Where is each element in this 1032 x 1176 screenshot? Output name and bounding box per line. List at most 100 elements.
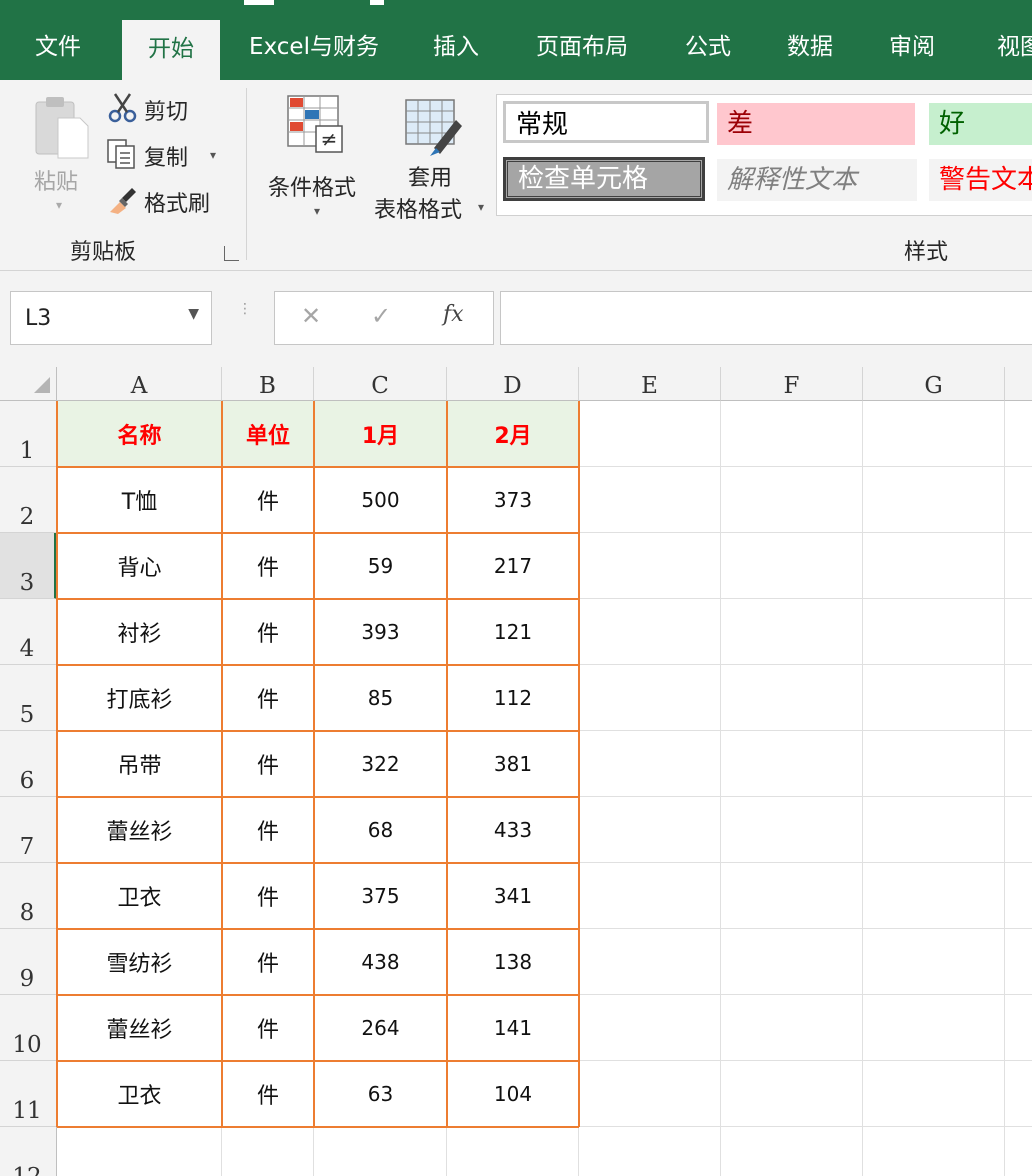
cell-c11[interactable]: 63 bbox=[314, 1061, 447, 1127]
cell-b8[interactable]: 件 bbox=[222, 863, 314, 929]
cell-b9[interactable]: 件 bbox=[222, 929, 314, 995]
cell-d3[interactable]: 217 bbox=[447, 533, 579, 599]
row-header-1[interactable]: 1 bbox=[0, 401, 57, 467]
column-header-c[interactable]: C bbox=[314, 367, 447, 401]
cell-b10[interactable]: 件 bbox=[222, 995, 314, 1061]
column-header-b[interactable]: B bbox=[222, 367, 314, 401]
cell-a7[interactable]: 蕾丝衫 bbox=[57, 797, 222, 863]
copy-button[interactable]: 复制 ▾ bbox=[106, 136, 230, 172]
insert-function-icon[interactable]: fx bbox=[443, 302, 464, 327]
worksheet-grid[interactable]: ABCDEFG 123456789101112 名称单位1月2月T恤件50037… bbox=[0, 367, 1032, 1176]
clipboard-dialog-launcher-icon[interactable] bbox=[224, 246, 239, 261]
select-all-button[interactable] bbox=[0, 367, 57, 401]
cell-a6[interactable]: 吊带 bbox=[57, 731, 222, 797]
paste-icon bbox=[35, 97, 89, 159]
name-box-dropdown-icon[interactable]: ▼ bbox=[188, 306, 199, 322]
cell-d5[interactable]: 112 bbox=[447, 665, 579, 731]
cell-b7[interactable]: 件 bbox=[222, 797, 314, 863]
cell-a10[interactable]: 蕾丝衫 bbox=[57, 995, 222, 1061]
format-painter-button[interactable]: 格式刷 bbox=[106, 182, 230, 218]
cell-a4[interactable]: 衬衫 bbox=[57, 599, 222, 665]
copy-dropdown-icon[interactable]: ▾ bbox=[210, 148, 216, 162]
column-header-g[interactable]: G bbox=[863, 367, 1005, 401]
table-border-vertical bbox=[578, 401, 580, 1127]
row-header-11[interactable]: 11 bbox=[0, 1061, 57, 1127]
row-header-6[interactable]: 6 bbox=[0, 731, 57, 797]
style-explanatory-text[interactable]: 解释性文本 bbox=[717, 159, 917, 201]
column-header-a[interactable]: A bbox=[57, 367, 222, 401]
name-box[interactable]: L3 ▼ bbox=[10, 291, 212, 345]
cell-a2[interactable]: T恤 bbox=[57, 467, 222, 533]
cell-b11[interactable]: 件 bbox=[222, 1061, 314, 1127]
cell-b2[interactable]: 件 bbox=[222, 467, 314, 533]
tab-review[interactable]: 审阅 bbox=[868, 18, 956, 80]
cell-d4[interactable]: 121 bbox=[447, 599, 579, 665]
cell-a1[interactable]: 名称 bbox=[57, 401, 222, 467]
style-normal[interactable]: 常规 bbox=[503, 101, 709, 143]
row-header-8[interactable]: 8 bbox=[0, 863, 57, 929]
row-header-5[interactable]: 5 bbox=[0, 665, 57, 731]
cancel-icon[interactable]: ✕ bbox=[301, 302, 321, 330]
style-warning-text[interactable]: 警告文本 bbox=[929, 159, 1032, 201]
tab-view[interactable]: 视图 bbox=[976, 18, 1032, 80]
tab-insert[interactable]: 插入 bbox=[412, 18, 500, 80]
cell-d8[interactable]: 341 bbox=[447, 863, 579, 929]
column-header-partial[interactable] bbox=[1005, 367, 1032, 401]
cut-button[interactable]: 剪切 bbox=[106, 90, 216, 126]
row-header-3[interactable]: 3 bbox=[0, 533, 57, 599]
cell-c1[interactable]: 1月 bbox=[314, 401, 447, 467]
column-header-e[interactable]: E bbox=[579, 367, 721, 401]
row-header-12[interactable]: 12 bbox=[0, 1127, 57, 1176]
cell-c5[interactable]: 85 bbox=[314, 665, 447, 731]
style-bad[interactable]: 差 bbox=[717, 103, 915, 145]
row-header-10[interactable]: 10 bbox=[0, 995, 57, 1061]
cell-d2[interactable]: 373 bbox=[447, 467, 579, 533]
format-as-table-button[interactable]: 套用 表格格式 ▾ bbox=[372, 90, 496, 226]
tab-home[interactable]: 开始 bbox=[122, 20, 220, 80]
row-header-9[interactable]: 9 bbox=[0, 929, 57, 995]
tab-data[interactable]: 数据 bbox=[766, 18, 854, 80]
cell-a9[interactable]: 雪纺衫 bbox=[57, 929, 222, 995]
formula-bar-grip-icon[interactable]: ⋮ bbox=[238, 302, 252, 333]
conditional-formatting-button[interactable]: ≠ 条件格式 ▾ bbox=[262, 90, 372, 220]
cell-b4[interactable]: 件 bbox=[222, 599, 314, 665]
style-check-cell[interactable]: 检查单元格 bbox=[503, 157, 705, 201]
cell-d11[interactable]: 104 bbox=[447, 1061, 579, 1127]
cell-d6[interactable]: 381 bbox=[447, 731, 579, 797]
paste-button[interactable]: 粘贴 ▾ bbox=[26, 94, 92, 214]
row-header-4[interactable]: 4 bbox=[0, 599, 57, 665]
cell-b3[interactable]: 件 bbox=[222, 533, 314, 599]
cell-d9[interactable]: 138 bbox=[447, 929, 579, 995]
cell-c2[interactable]: 500 bbox=[314, 467, 447, 533]
cell-b1[interactable]: 单位 bbox=[222, 401, 314, 467]
cell-a8[interactable]: 卫衣 bbox=[57, 863, 222, 929]
cell-d10[interactable]: 141 bbox=[447, 995, 579, 1061]
cell-c9[interactable]: 438 bbox=[314, 929, 447, 995]
cell-d1[interactable]: 2月 bbox=[447, 401, 579, 467]
tab-excel-finance[interactable]: Excel与财务 bbox=[236, 18, 392, 80]
cell-c7[interactable]: 68 bbox=[314, 797, 447, 863]
cell-c4[interactable]: 393 bbox=[314, 599, 447, 665]
style-good-label: 好 bbox=[939, 109, 966, 139]
row-header-7[interactable]: 7 bbox=[0, 797, 57, 863]
tab-file[interactable]: 文件 bbox=[14, 18, 102, 80]
column-header-f[interactable]: F bbox=[721, 367, 863, 401]
formula-input[interactable] bbox=[500, 291, 1032, 345]
cell-a11[interactable]: 卫衣 bbox=[57, 1061, 222, 1127]
paste-dropdown-icon[interactable]: ▾ bbox=[56, 198, 62, 212]
cell-b6[interactable]: 件 bbox=[222, 731, 314, 797]
cell-b5[interactable]: 件 bbox=[222, 665, 314, 731]
cell-c8[interactable]: 375 bbox=[314, 863, 447, 929]
row-header-2[interactable]: 2 bbox=[0, 467, 57, 533]
cell-a5[interactable]: 打底衫 bbox=[57, 665, 222, 731]
style-good[interactable]: 好 bbox=[929, 103, 1032, 145]
tab-page-layout[interactable]: 页面布局 bbox=[520, 18, 644, 80]
cell-c3[interactable]: 59 bbox=[314, 533, 447, 599]
cell-a3[interactable]: 背心 bbox=[57, 533, 222, 599]
cell-c6[interactable]: 322 bbox=[314, 731, 447, 797]
enter-icon[interactable]: ✓ bbox=[371, 302, 391, 330]
cell-d7[interactable]: 433 bbox=[447, 797, 579, 863]
cell-c10[interactable]: 264 bbox=[314, 995, 447, 1061]
column-header-d[interactable]: D bbox=[447, 367, 579, 401]
tab-formulas[interactable]: 公式 bbox=[664, 18, 752, 80]
